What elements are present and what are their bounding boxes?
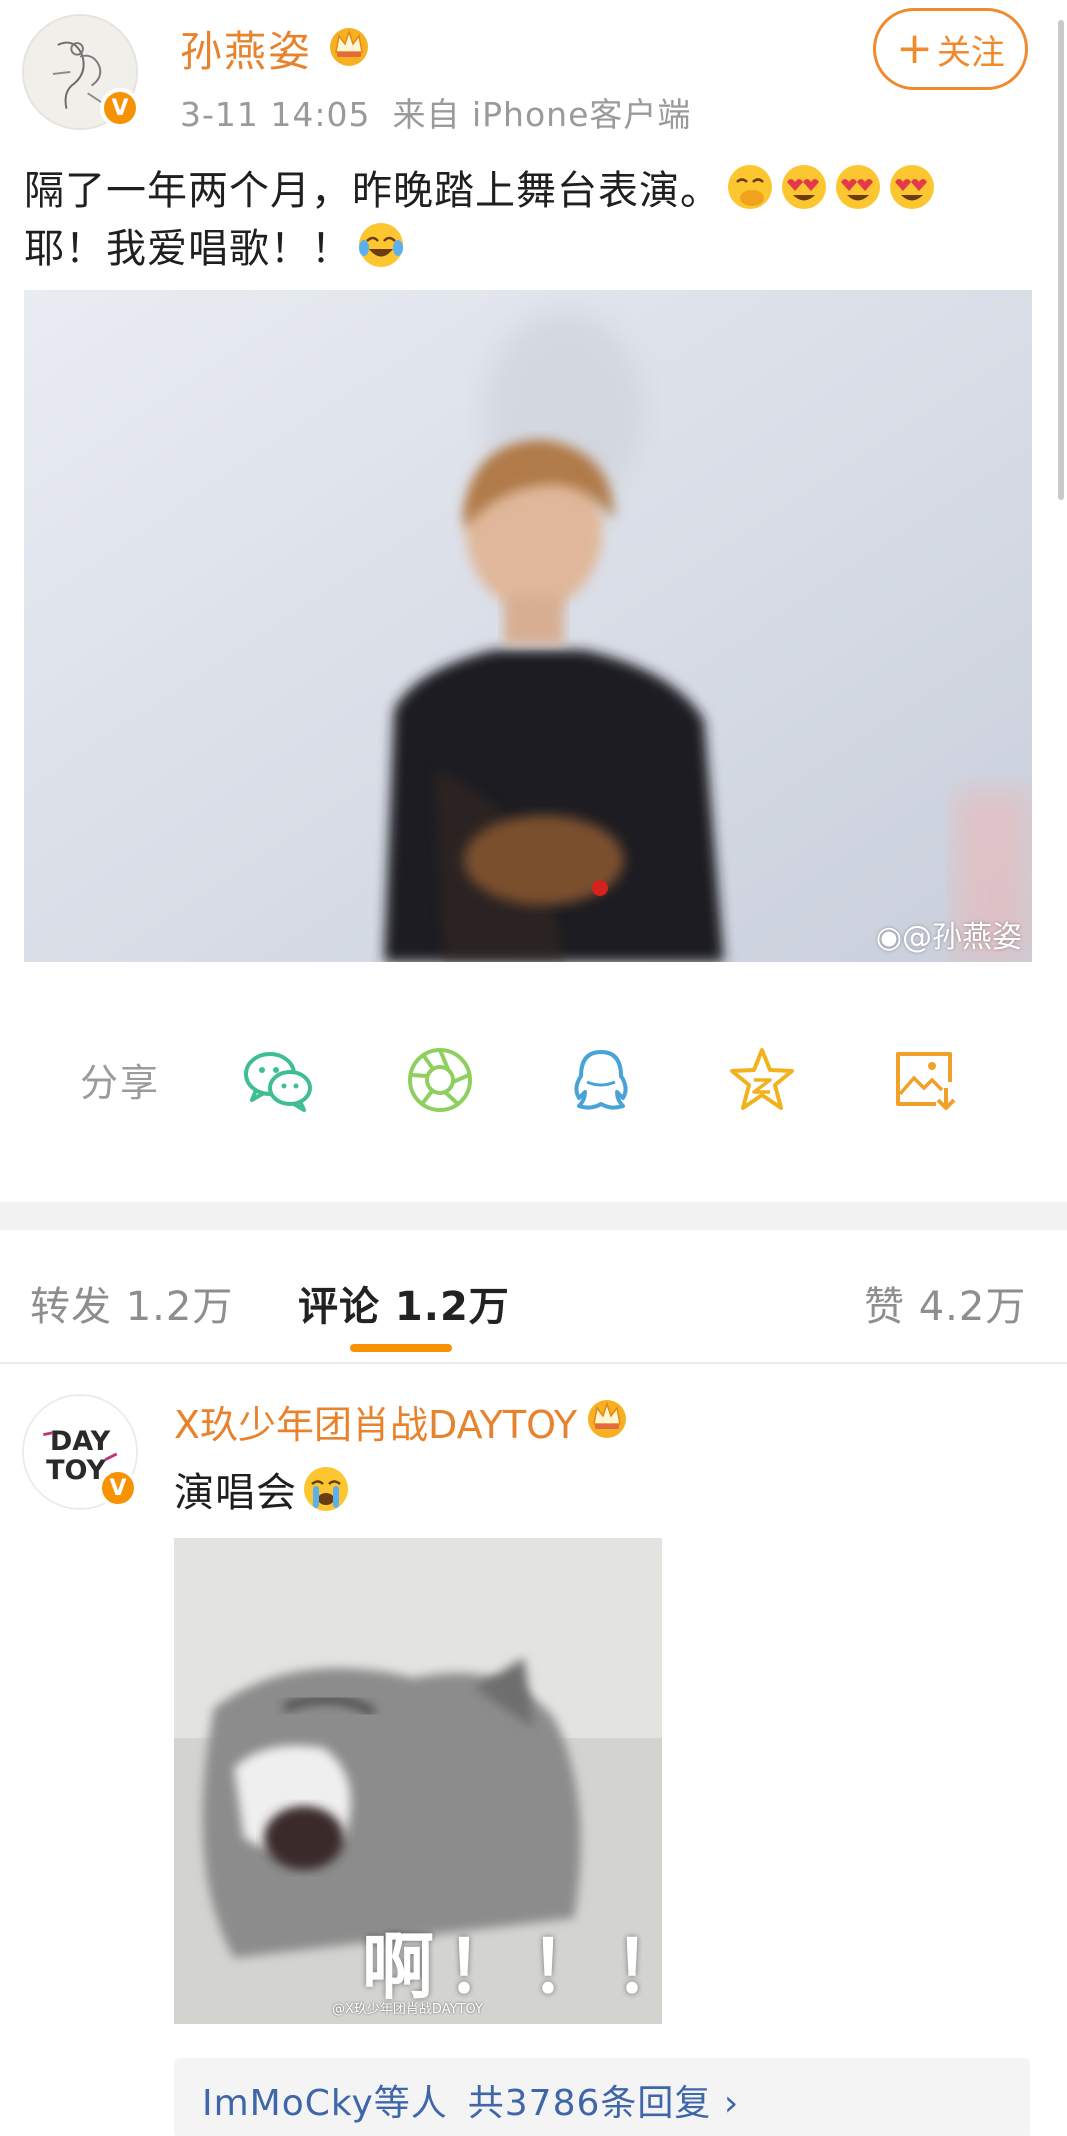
verified-badge-icon: V (98, 1468, 138, 1508)
plus-icon: + (896, 23, 933, 74)
meme-watermark: @X玖少年团肖战DAYTOY (332, 2002, 483, 2017)
comment-image[interactable]: 啊！！！ @X玖少年团肖战DAYTOY (174, 1538, 662, 2024)
interaction-tabs: 转发 1.2万 评论 1.2万 赞 4.2万 (0, 1232, 1067, 1364)
post-text-content-2: 耶！我爱唱歌！！ (24, 226, 352, 272)
share-row: 分享 (0, 1030, 1067, 1130)
post-source: 来自 iPhone客户端 (392, 95, 692, 134)
follow-button-label: 关注 (936, 32, 1005, 73)
loudly-crying-emoji-icon (304, 1467, 348, 1511)
save-image-icon[interactable] (886, 1042, 962, 1118)
replies-users[interactable]: ImMoCky等人 (202, 2083, 448, 2124)
qzone-icon[interactable] (724, 1042, 800, 1118)
page-scrollbar[interactable] (1058, 20, 1064, 500)
follow-button[interactable]: + 关注 (873, 8, 1028, 90)
tab-like[interactable]: 赞 4.2万 (864, 1274, 1026, 1332)
concert-photo-image (24, 290, 1032, 962)
comment-item: DAY TOY V X玖少年团肖战DAYTOY 演唱会 啊！！ @X玖少年团肖战… (0, 1368, 1067, 2136)
comment-text: 演唱会 (174, 1460, 351, 1518)
heart-eyes-emoji-icon (782, 165, 826, 209)
heart-eyes-emoji-icon (890, 165, 934, 209)
commenter-name[interactable]: X玖少年团肖战DAYTOY (174, 1394, 577, 1449)
post-meta: 3-11 14:05 来自 iPhone客户端 (180, 88, 691, 136)
tab-comment[interactable]: 评论 1.2万 (298, 1274, 510, 1332)
crown-vip-icon[interactable] (326, 22, 372, 68)
moments-icon[interactable] (402, 1042, 478, 1118)
post-photo[interactable]: ◉@孙燕姿 (24, 290, 1032, 962)
post-text-line-1: 隔了一年两个月，昨晚踏上舞台表演。 (24, 162, 1044, 220)
weibo-logo-icon: ◉ (875, 920, 902, 955)
verified-badge-icon: V (100, 88, 140, 128)
face-with-hand-over-mouth-emoji-icon (728, 165, 772, 209)
share-label: 分享 (80, 1061, 161, 1105)
qq-icon[interactable] (563, 1042, 639, 1118)
post-text: 隔了一年两个月，昨晚踏上舞台表演。 耶！我爱唱歌！！ (24, 162, 1044, 278)
replies-summary[interactable]: ImMoCky等人 共3786条回复 › (174, 2058, 1030, 2136)
tab-repost[interactable]: 转发 1.2万 (30, 1274, 233, 1332)
avatar-logo-text-top: DAY (50, 1426, 111, 1457)
post-author-name[interactable]: 孙燕姿 (180, 18, 312, 79)
active-tab-indicator (350, 1344, 452, 1352)
replies-count-link[interactable]: 共3786条回复 › (468, 2083, 739, 2124)
crown-vip-icon[interactable] (584, 1394, 630, 1440)
post-header: V 孙燕姿 3-11 14:05 来自 iPhone客户端 + 关注 (0, 0, 1067, 500)
post-text-content-1: 隔了一年两个月，昨晚踏上舞台表演。 (24, 168, 721, 214)
heart-eyes-emoji-icon (836, 165, 880, 209)
section-divider (0, 1202, 1067, 1230)
avatar-logo-text-bottom: TOY (46, 1455, 106, 1486)
tears-of-joy-emoji-icon (359, 223, 403, 267)
post-time: 3-11 14:05 (180, 95, 371, 134)
wechat-icon[interactable] (240, 1042, 316, 1118)
post-text-line-2: 耶！我爱唱歌！！ (24, 220, 1044, 278)
photo-watermark: ◉@孙燕姿 (875, 920, 1022, 955)
